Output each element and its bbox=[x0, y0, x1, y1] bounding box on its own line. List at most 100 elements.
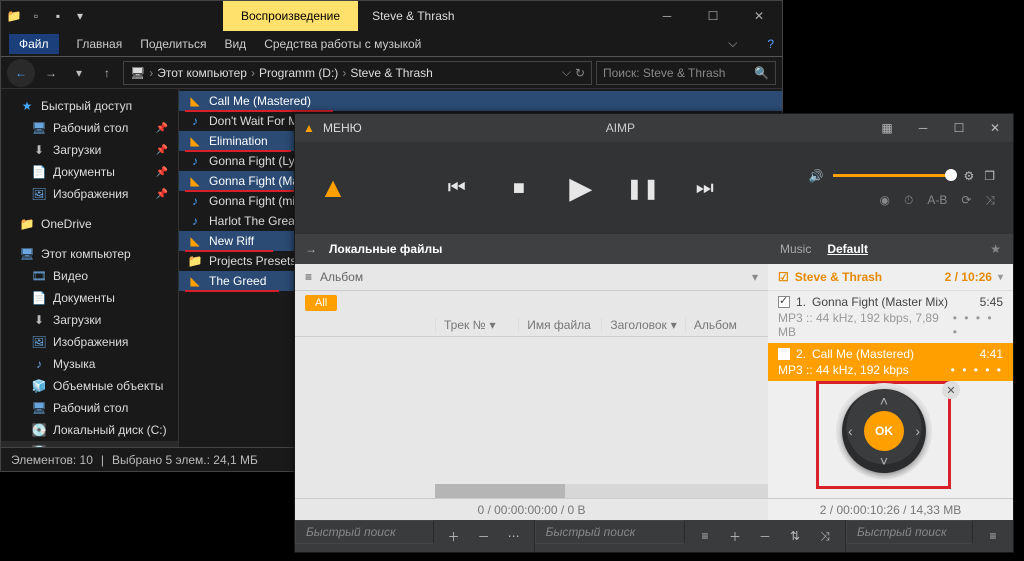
dial-ok-button[interactable]: OK bbox=[864, 411, 904, 451]
pause-button[interactable]: ❚❚ bbox=[630, 175, 656, 201]
scrollbar-thumb[interactable] bbox=[435, 484, 565, 498]
file-row[interactable]: ◣Call Me (Mastered) bbox=[179, 91, 782, 111]
filter-all[interactable]: All bbox=[305, 295, 337, 311]
help-icon[interactable]: ? bbox=[767, 37, 774, 51]
maximize-button[interactable]: ☐ bbox=[690, 1, 736, 31]
dial-down-button[interactable]: ˅ bbox=[880, 453, 888, 469]
maximize-button[interactable]: ☐ bbox=[941, 114, 977, 142]
remove-button[interactable]: － bbox=[755, 528, 775, 545]
nav-quick-access[interactable]: ★Быстрый доступ bbox=[1, 95, 178, 117]
breadcrumb-seg[interactable]: Steve & Thrash bbox=[350, 66, 433, 80]
nav-downloads2[interactable]: ⬇Загрузки bbox=[1, 309, 178, 331]
rating-dots[interactable]: • • • • • bbox=[953, 311, 1003, 339]
prev-button[interactable]: ⏮ bbox=[444, 175, 470, 201]
quick-search-left[interactable]: Быстрый поиск bbox=[295, 520, 434, 544]
ab-repeat[interactable]: A-B bbox=[927, 193, 947, 207]
track-checkbox[interactable] bbox=[778, 296, 790, 308]
ribbon-share[interactable]: Поделиться bbox=[140, 37, 206, 51]
nav-downloads[interactable]: ⬇Загрузки📌 bbox=[1, 139, 178, 161]
nav-pictures[interactable]: 🖼Изображения📌 bbox=[1, 183, 178, 205]
volume-slider[interactable] bbox=[833, 174, 953, 177]
nav-forward-button[interactable]: → bbox=[39, 61, 63, 85]
nav-pictures2[interactable]: 🖼Изображения bbox=[1, 331, 178, 353]
nav-desktop2[interactable]: 🖥Рабочий стол bbox=[1, 397, 178, 419]
col-filename[interactable]: Имя файла bbox=[518, 318, 601, 332]
dial-right-button[interactable]: › bbox=[915, 423, 920, 439]
grid-icon[interactable]: ▦ bbox=[869, 114, 905, 142]
group-by-label[interactable]: Альбом bbox=[320, 270, 363, 284]
cast-icon[interactable]: ◉ bbox=[879, 193, 889, 207]
add-button[interactable]: ＋ bbox=[444, 528, 464, 545]
nav-documents[interactable]: 📄Документы📌 bbox=[1, 161, 178, 183]
nav-recent-icon[interactable]: ▾ bbox=[67, 61, 91, 85]
nav-3d[interactable]: 🧊Объемные объекты bbox=[1, 375, 178, 397]
ribbon-file[interactable]: Файл bbox=[9, 34, 59, 54]
nav-back-button[interactable]: ← bbox=[7, 59, 35, 87]
more-icon[interactable]: ⋯ bbox=[504, 529, 524, 543]
menu-icon[interactable]: ≡ bbox=[983, 529, 1003, 543]
minimize-button[interactable]: ─ bbox=[644, 1, 690, 31]
rating-dots[interactable]: • • • • • bbox=[951, 363, 1003, 377]
track-checkbox[interactable] bbox=[778, 348, 790, 360]
properties-icon[interactable]: ▫ bbox=[27, 7, 45, 25]
chevron-down-icon[interactable]: ⌵ bbox=[562, 65, 571, 80]
tab-music[interactable]: Music bbox=[780, 242, 811, 256]
repeat-icon[interactable]: ⟳ bbox=[961, 193, 971, 207]
shuffle-icon[interactable]: ⤨ bbox=[815, 529, 835, 544]
minimize-button[interactable]: ─ bbox=[905, 114, 941, 142]
nav-this-pc[interactable]: 🖥Этот компьютер bbox=[1, 243, 178, 265]
ribbon-home[interactable]: Главная bbox=[77, 37, 123, 51]
shuffle-icon[interactable]: ⤨ bbox=[985, 193, 995, 208]
arrow-icon[interactable]: → bbox=[305, 242, 317, 256]
hamburger-icon[interactable]: ≡ bbox=[305, 270, 312, 284]
col-title[interactable]: Заголовок▾ bbox=[601, 318, 684, 332]
checkbox-icon[interactable]: ☑ bbox=[778, 270, 789, 284]
list-icon[interactable]: ≡ bbox=[695, 529, 715, 543]
ribbon-view[interactable]: Вид bbox=[224, 37, 246, 51]
add-button[interactable]: ＋ bbox=[725, 528, 745, 545]
equalizer-icon[interactable]: ⚙ bbox=[963, 169, 974, 183]
play-button[interactable]: ▶ bbox=[568, 175, 594, 201]
aimp-menu-button[interactable]: ▲ МЕНЮ bbox=[295, 114, 372, 142]
horizontal-scrollbar[interactable] bbox=[435, 484, 768, 498]
search-input[interactable]: Поиск: Steve & Thrash 🔍 bbox=[596, 61, 776, 85]
close-button[interactable]: ✕ bbox=[977, 114, 1013, 142]
volume-thumb[interactable] bbox=[945, 169, 957, 181]
contextual-tab-playback[interactable]: Воспроизведение bbox=[223, 1, 358, 31]
chevron-down-icon[interactable]: ▾ bbox=[752, 270, 758, 284]
ribbon-expand-icon[interactable]: ⌵ bbox=[728, 36, 737, 51]
nav-video[interactable]: 🎞Видео bbox=[1, 265, 178, 287]
breadcrumb-seg[interactable]: Programm (D:) bbox=[259, 66, 338, 80]
tab-default[interactable]: Default bbox=[827, 242, 868, 256]
volume-icon[interactable]: 🔊 bbox=[809, 169, 824, 183]
breadcrumb[interactable]: 🖥› Этот компьютер› Programm (D:)› Steve … bbox=[123, 61, 592, 85]
visual-icon[interactable]: ❐ bbox=[984, 169, 995, 183]
qat-dropdown-icon[interactable]: ▾ bbox=[71, 7, 89, 25]
nav-desktop[interactable]: 🖥Рабочий стол📌 bbox=[1, 117, 178, 139]
new-folder-icon[interactable]: ▪ bbox=[49, 7, 67, 25]
refresh-icon[interactable]: ↻ bbox=[575, 66, 585, 80]
nav-up-button[interactable]: ↑ bbox=[95, 61, 119, 85]
stop-button[interactable]: ■ bbox=[506, 175, 532, 201]
chevron-down-icon[interactable]: ▾ bbox=[998, 272, 1003, 283]
clock-icon[interactable]: ⏱ bbox=[904, 193, 913, 208]
sort-icon[interactable]: ⇅ bbox=[785, 529, 805, 543]
track-row-playing[interactable]: 2.Call Me (Mastered)4:41 MP3 :: 44 kHz, … bbox=[768, 343, 1013, 381]
nav-disk-c[interactable]: 💽Локальный диск (C:) bbox=[1, 419, 178, 441]
dial-left-button[interactable]: ‹ bbox=[848, 423, 853, 439]
playlist-group-header[interactable]: ☑ Steve & Thrash 2 / 10:26 ▾ bbox=[768, 264, 1013, 291]
nav-documents2[interactable]: 📄Документы bbox=[1, 287, 178, 309]
remove-button[interactable]: － bbox=[474, 528, 494, 545]
dial-close-button[interactable]: ✕ bbox=[942, 381, 960, 399]
favorite-icon[interactable]: ★ bbox=[990, 242, 1001, 256]
nav-onedrive[interactable]: 📁OneDrive bbox=[1, 213, 178, 235]
ribbon-music-tools[interactable]: Средства работы с музыкой bbox=[264, 37, 421, 51]
dial-up-button[interactable]: ˄ bbox=[880, 393, 888, 409]
track-row[interactable]: 1.Gonna Fight (Master Mix)5:45 MP3 :: 44… bbox=[768, 291, 1013, 343]
quick-search-mid[interactable]: Быстрый поиск bbox=[535, 520, 685, 544]
col-track-no[interactable]: Трек №▾ bbox=[435, 318, 518, 332]
nav-music[interactable]: ♪Музыка bbox=[1, 353, 178, 375]
breadcrumb-seg[interactable]: Этот компьютер bbox=[157, 66, 247, 80]
tab-local-files[interactable]: Локальные файлы bbox=[329, 242, 442, 256]
quick-search-right[interactable]: Быстрый поиск bbox=[846, 520, 973, 544]
